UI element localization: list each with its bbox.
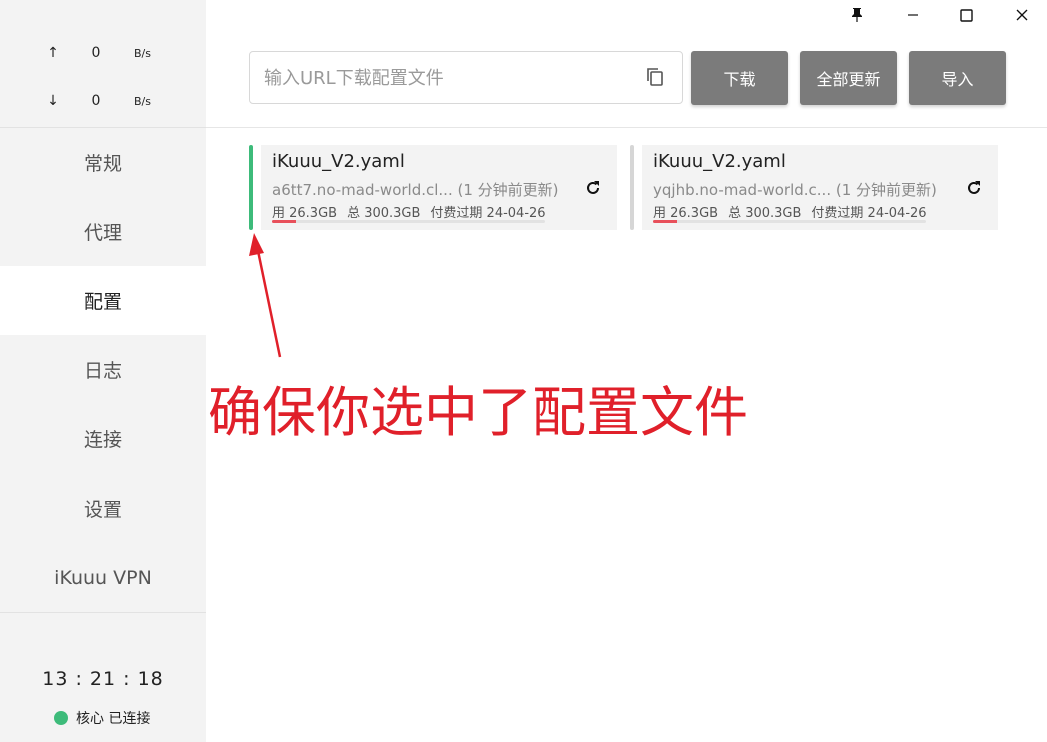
profile-card[interactable]: iKuuu_V2.yaml a6tt7.no-mad-world.cl... (… [249,145,617,230]
profile-url: a6tt7.no-mad-world.cl... (1 分钟前更新) [272,179,559,200]
upload-value: 0 [91,45,101,61]
url-input-box[interactable] [249,51,683,105]
profile-name: iKuuu_V2.yaml [272,151,405,172]
sidebar-item-logs[interactable]: 日志 [0,335,206,404]
core-status: 核心 已连接 [54,708,150,728]
upload-unit: B/s [134,47,151,60]
upload-speed: ↑ 0 B/s [0,45,206,65]
profile-stats: 用 26.3GB 总 300.3GB 付费过期 24-04-26 [653,202,937,221]
profile-used: 用 26.3GB [653,206,719,221]
profile-url-text: yqjhb.no-mad-world.c... [653,181,832,199]
usage-progress-fill [272,220,297,223]
download-button[interactable]: 下载 [691,51,788,105]
download-value: 0 [91,93,101,109]
minimize-icon [908,14,918,16]
clock: 13 : 21 : 18 [42,668,164,690]
sidebar-item-proxy[interactable]: 代理 [0,197,206,266]
maximize-icon [959,8,973,22]
download-arrow-icon: ↓ [47,93,59,109]
profile-stats: 用 26.3GB 总 300.3GB 付费过期 24-04-26 [272,202,556,221]
traffic-monitor: ↑ 0 B/s ↓ 0 B/s [0,30,206,128]
update-all-button[interactable]: 全部更新 [800,51,897,105]
download-unit: B/s [134,95,151,108]
sidebar-item-general[interactable]: 常规 [0,128,206,197]
toolbar-divider [206,127,1047,128]
profile-total: 总 300.3GB [347,206,421,221]
usage-progress [272,220,545,223]
annotation-text: 确保你选中了配置文件 [208,381,748,444]
pin-button[interactable] [834,0,880,30]
refresh-icon[interactable] [964,178,984,198]
sidebar-item-connections[interactable]: 连接 [0,404,206,473]
url-input[interactable] [262,52,636,105]
profile-used: 用 26.3GB [272,206,338,221]
sidebar: ↑ 0 B/s ↓ 0 B/s 常规 代理 配置 日志 连接 设置 iKuuu … [0,0,206,742]
profile-url: yqjhb.no-mad-world.c... (1 分钟前更新) [653,179,937,200]
selected-indicator [249,145,253,230]
sidebar-divider [0,612,206,613]
profile-card[interactable]: iKuuu_V2.yaml yqjhb.no-mad-world.c... (1… [630,145,998,230]
status-dot-icon [54,711,68,725]
maximize-button[interactable] [943,0,989,30]
paste-icon[interactable] [645,66,667,88]
close-button[interactable] [999,0,1045,30]
sidebar-item-ikuuu-vpn[interactable]: iKuuu VPN [0,543,206,612]
upload-arrow-icon: ↑ [47,45,59,61]
core-status-text: 核心 已连接 [76,711,151,727]
profile-url-text: a6tt7.no-mad-world.cl... [272,181,453,199]
pin-icon [852,8,862,22]
usage-progress-fill [653,220,678,223]
sidebar-item-settings[interactable]: 设置 [0,474,206,543]
profile-expire: 付费过期 24-04-26 [811,206,927,221]
download-speed: ↓ 0 B/s [0,93,206,113]
refresh-icon[interactable] [583,178,603,198]
profile-name: iKuuu_V2.yaml [653,151,786,172]
profile-total: 总 300.3GB [728,206,802,221]
title-bar [0,0,1047,30]
import-button[interactable]: 导入 [909,51,1006,105]
usage-progress [653,220,926,223]
close-icon [1016,9,1028,21]
minimize-button[interactable] [890,0,936,30]
profile-updated: (1 分钟前更新) [457,181,559,199]
unselected-indicator [630,145,634,230]
profile-updated: (1 分钟前更新) [835,181,937,199]
sidebar-item-profiles[interactable]: 配置 [0,266,206,335]
profile-expire: 付费过期 24-04-26 [430,206,546,221]
